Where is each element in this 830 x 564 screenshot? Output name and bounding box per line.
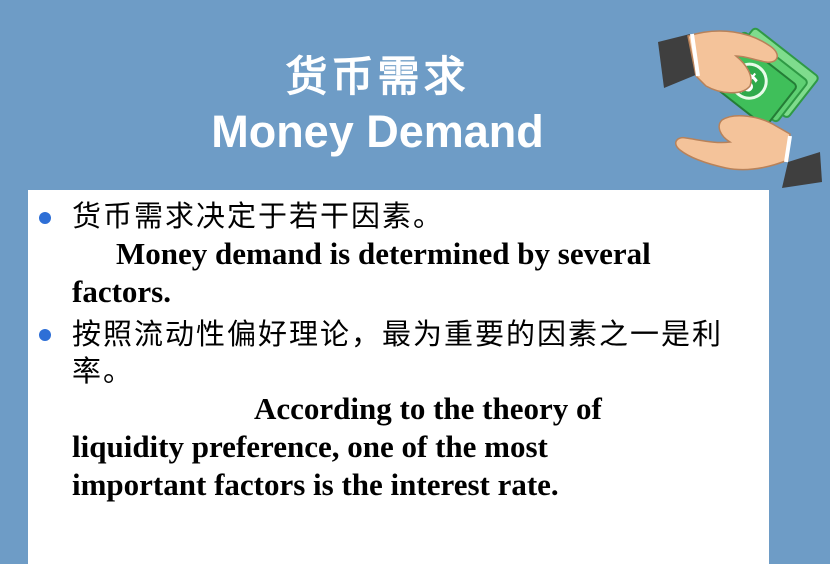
bullet-text-english: According to the theory of liquidity pre… <box>72 391 602 502</box>
content-panel: 货币需求决定于若干因素。 Money demand is determined … <box>28 190 769 564</box>
title-english: Money Demand <box>211 106 544 157</box>
bullet-item: 货币需求决定于若干因素。 Money demand is determined … <box>28 198 758 311</box>
bullet-text-chinese: 货币需求决定于若干因素。 <box>72 199 445 233</box>
slide-title: 货币需求 Money Demand <box>150 48 605 158</box>
bullet-item: 按照流动性偏好理论，最为重要的因素之一是利率。 According to the… <box>28 316 758 504</box>
hands-exchanging-money-icon: $ <box>650 12 825 190</box>
bullet-dot-icon <box>39 329 51 341</box>
bullet-dot-icon <box>39 212 51 224</box>
bullet-text-chinese: 按照流动性偏好理论，最为重要的因素之一是利率。 <box>72 317 724 388</box>
bullet-text-english: Money demand is determined by several fa… <box>72 236 651 309</box>
title-chinese: 货币需求 <box>285 52 470 101</box>
